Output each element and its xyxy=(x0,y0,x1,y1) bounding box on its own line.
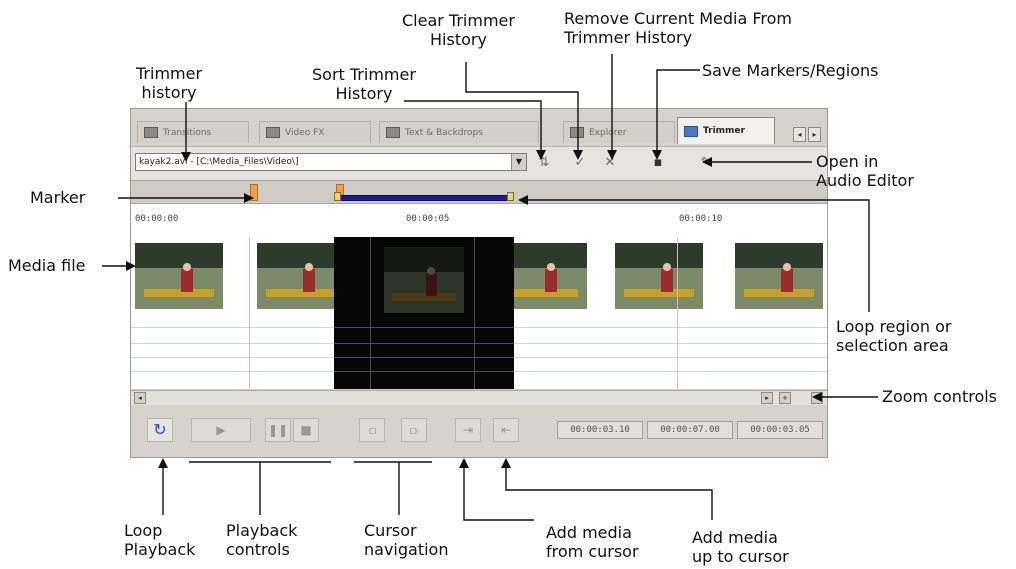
callout-trimmer-history: Trimmer history xyxy=(136,64,203,102)
callout-loop-playback: Loop Playback xyxy=(124,521,196,559)
callout-playback-controls: Playback controls xyxy=(226,521,298,559)
callout-save-markers: Save Markers/Regions xyxy=(702,61,879,80)
callout-clear-history: Clear Trimmer History xyxy=(402,11,515,49)
callout-media-file: Media file xyxy=(8,256,86,275)
callout-zoom-controls: Zoom controls xyxy=(882,387,998,406)
callout-loop-region: Loop region or selection area xyxy=(836,317,952,355)
callout-sort-history: Sort Trimmer History xyxy=(312,65,416,103)
callout-open-audio-editor: Open in Audio Editor xyxy=(816,152,914,190)
callout-add-from-cursor: Add media from cursor xyxy=(546,523,639,561)
callout-cursor-navigation: Cursor navigation xyxy=(364,521,449,559)
callout-remove-media: Remove Current Media From Trimmer Histor… xyxy=(564,9,792,47)
callout-add-up-to-cursor: Add media up to cursor xyxy=(692,528,789,566)
callout-marker: Marker xyxy=(30,188,86,207)
